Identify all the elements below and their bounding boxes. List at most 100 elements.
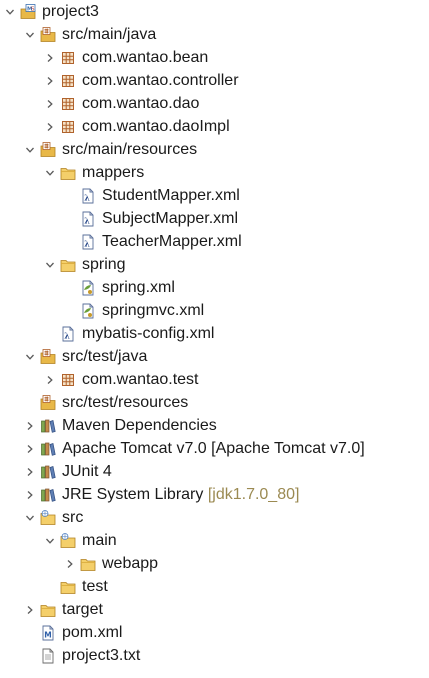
svg-text:λ: λ	[84, 239, 90, 249]
tree-item-label: spring	[82, 256, 126, 273]
chevron-right-icon[interactable]	[23, 414, 37, 437]
tree-item[interactable]: src/test/resources	[0, 391, 429, 414]
tree-item[interactable]: spring.xml	[0, 276, 429, 299]
tree-item[interactable]: JRE System Library [jdk1.7.0_80]	[0, 483, 429, 506]
tree-item[interactable]: src/main/resources	[0, 138, 429, 161]
folder-icon	[80, 556, 96, 572]
tree-item[interactable]: M S project3	[0, 0, 429, 23]
package-icon	[60, 96, 76, 112]
tree-item[interactable]: com.wantao.controller	[0, 69, 429, 92]
tree-item[interactable]: springmvc.xml	[0, 299, 429, 322]
chevron-down-icon[interactable]	[43, 161, 57, 184]
chevron-right-icon[interactable]	[43, 92, 57, 115]
tree-item[interactable]: JUnit 4	[0, 460, 429, 483]
chevron-right-icon[interactable]	[23, 483, 37, 506]
tree-item-label: SubjectMapper.xml	[102, 210, 239, 227]
svg-text:S: S	[31, 6, 35, 12]
tree-item-label: pom.xml	[62, 624, 123, 641]
mybatis-xml-icon: λ	[80, 234, 96, 250]
package-icon	[60, 119, 76, 135]
tree-item[interactable]: target	[0, 598, 429, 621]
chevron-right-icon[interactable]	[63, 552, 77, 575]
tree-item-label: com.wantao.dao	[82, 95, 200, 112]
tree-item-label: com.wantao.controller	[82, 72, 239, 89]
folder-icon	[60, 579, 76, 595]
source-folder-icon	[40, 395, 56, 411]
svg-text:M: M	[44, 631, 51, 640]
chevron-right-icon[interactable]	[23, 460, 37, 483]
library-icon	[40, 464, 56, 480]
tree-item[interactable]: Mpom.xml	[0, 621, 429, 644]
tree-item[interactable]: mappers	[0, 161, 429, 184]
tree-item[interactable]: com.wantao.test	[0, 368, 429, 391]
chevron-right-icon[interactable]	[43, 46, 57, 69]
tree-item[interactable]: project3.txt	[0, 644, 429, 667]
maven-pom-icon: M	[40, 625, 56, 641]
chevron-right-icon[interactable]	[43, 115, 57, 138]
tree-item[interactable]: test	[0, 575, 429, 598]
tree-item[interactable]: src/test/java	[0, 345, 429, 368]
tree-item-label: mybatis-config.xml	[82, 325, 215, 342]
tree-item[interactable]: λ SubjectMapper.xml	[0, 207, 429, 230]
mybatis-xml-icon: λ	[60, 326, 76, 342]
tree-item-label: target	[62, 601, 103, 618]
tree-item-label: com.wantao.test	[82, 371, 199, 388]
tree-item[interactable]: λ mybatis-config.xml	[0, 322, 429, 345]
tree-item-label: JUnit 4	[62, 463, 112, 480]
tree-item-label: com.wantao.daoImpl	[82, 118, 230, 135]
folder-icon	[60, 257, 76, 273]
tree-item-label: main	[82, 532, 117, 549]
tree-item[interactable]: Apache Tomcat v7.0 [Apache Tomcat v7.0]	[0, 437, 429, 460]
source-folder-icon	[40, 349, 56, 365]
tree-item-label: mappers	[82, 164, 145, 181]
tree-item[interactable]: com.wantao.daoImpl	[0, 115, 429, 138]
tree-item-label: src	[62, 509, 84, 526]
source-folder-icon	[40, 27, 56, 43]
tree-item-label: TeacherMapper.xml	[102, 233, 242, 250]
package-icon	[60, 50, 76, 66]
mybatis-xml-icon: λ	[80, 211, 96, 227]
tree-item[interactable]: webapp	[0, 552, 429, 575]
chevron-right-icon[interactable]	[43, 368, 57, 391]
tree-item-label: project3.txt	[62, 647, 141, 664]
tree-item[interactable]: λ TeacherMapper.xml	[0, 230, 429, 253]
chevron-down-icon[interactable]	[23, 345, 37, 368]
tree-item-label: Apache Tomcat v7.0 [Apache Tomcat v7.0]	[62, 440, 365, 457]
web-folder-icon	[40, 510, 56, 526]
chevron-down-icon[interactable]	[43, 529, 57, 552]
text-file-icon	[40, 648, 56, 664]
tree-item-label: springmvc.xml	[102, 302, 205, 319]
svg-text:λ: λ	[64, 331, 70, 341]
chevron-down-icon[interactable]	[43, 253, 57, 276]
chevron-down-icon[interactable]	[23, 138, 37, 161]
tree-item[interactable]: spring	[0, 253, 429, 276]
tree-item-label: webapp	[102, 555, 159, 572]
tree-item[interactable]: src/main/java	[0, 23, 429, 46]
spring-xml-icon	[80, 280, 96, 296]
source-folder-icon	[40, 142, 56, 158]
chevron-down-icon[interactable]	[23, 23, 37, 46]
library-icon	[40, 441, 56, 457]
chevron-down-icon[interactable]	[3, 0, 17, 23]
tree-item-label: src/test/resources	[62, 394, 189, 411]
tree-item-label: test	[82, 578, 108, 595]
chevron-right-icon[interactable]	[23, 598, 37, 621]
chevron-right-icon[interactable]	[23, 437, 37, 460]
library-icon	[40, 487, 56, 503]
web-folder-icon	[60, 533, 76, 549]
library-icon	[40, 418, 56, 434]
folder-icon	[60, 165, 76, 181]
tree-item[interactable]: com.wantao.dao	[0, 92, 429, 115]
package-icon	[60, 372, 76, 388]
tree-item-label: src/main/resources	[62, 141, 198, 158]
tree-item-label: spring.xml	[102, 279, 175, 296]
tree-item[interactable]: λ StudentMapper.xml	[0, 184, 429, 207]
tree-item[interactable]: main	[0, 529, 429, 552]
svg-text:λ: λ	[84, 216, 90, 226]
tree-item-label: JRE System Library [jdk1.7.0_80]	[62, 486, 300, 503]
chevron-right-icon[interactable]	[43, 69, 57, 92]
tree-item[interactable]: Maven Dependencies	[0, 414, 429, 437]
tree-item[interactable]: com.wantao.bean	[0, 46, 429, 69]
chevron-down-icon[interactable]	[23, 506, 37, 529]
tree-item[interactable]: src	[0, 506, 429, 529]
